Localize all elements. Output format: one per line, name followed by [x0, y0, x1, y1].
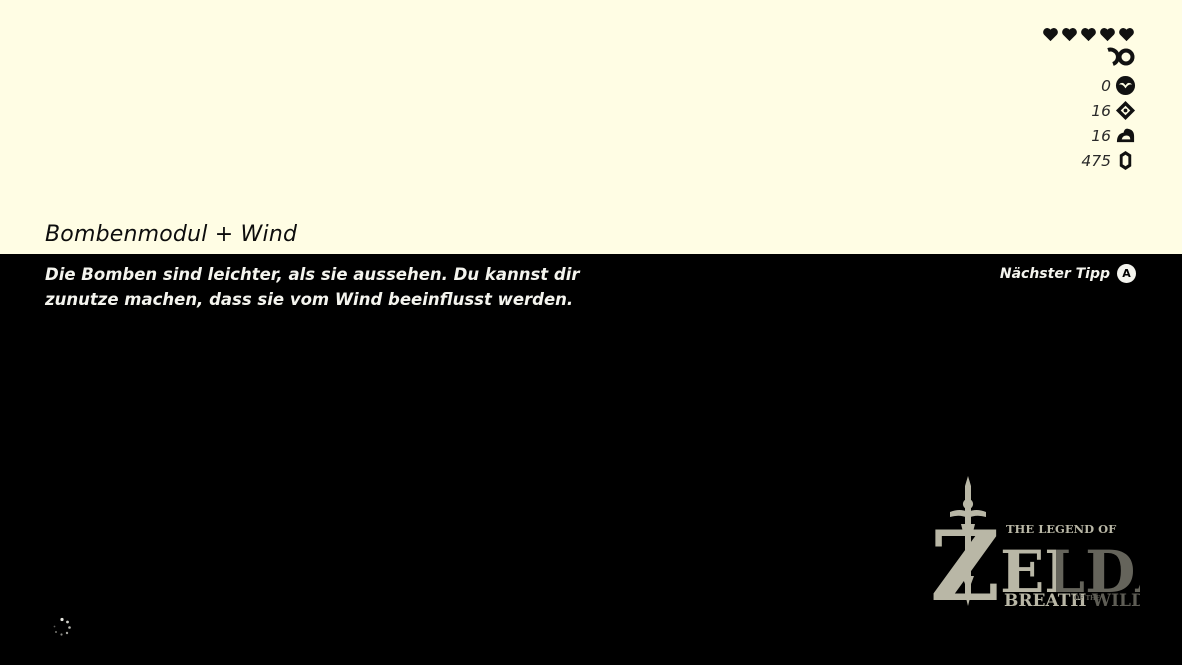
gift-of-guidance-counter: 16: [1091, 125, 1136, 146]
logo-the-legend-of: THE LEGEND OF: [1006, 522, 1117, 536]
korok-seed-count: 0: [1101, 76, 1111, 95]
spirit-orb-counter: 16: [1091, 100, 1136, 121]
spirit-orb-count: 16: [1091, 101, 1111, 120]
heart-icon: [1100, 28, 1115, 42]
rupee-icon: [1119, 150, 1132, 171]
next-tip-button[interactable]: Nächster Tipp A: [1000, 264, 1136, 283]
korok-seed-icon: [1115, 75, 1136, 96]
spirit-orb-icon: [1115, 100, 1136, 121]
gift-of-guidance-icon: [1116, 128, 1135, 143]
heart-icon: [1043, 28, 1058, 42]
tip-title: Bombenmodul + Wind: [45, 222, 298, 247]
rupee-counter: 475: [1081, 150, 1136, 171]
loading-spinner-icon: [53, 617, 71, 636]
tip-description-line: Die Bomben sind leichter, als sie ausseh…: [45, 265, 580, 284]
tip-description: Die Bomben sind leichter, als sie ausseh…: [45, 262, 605, 312]
a-button-icon: A: [1117, 264, 1136, 283]
heart-icon: [1062, 28, 1077, 42]
korok-seed-counter: 0: [1101, 75, 1136, 96]
logo-wild: WILD: [1091, 591, 1140, 611]
heart-icon: [1119, 28, 1134, 42]
gift-of-guidance-count: 16: [1091, 126, 1111, 145]
top-panel: [0, 0, 1182, 254]
zelda-breath-of-the-wild-logo: ZELDA THE LEGEND OF BREATH OF THE WILD: [930, 476, 1140, 623]
rupee-count: 475: [1081, 151, 1111, 170]
heart-icon: [1081, 28, 1096, 42]
stamina-wheel-icon: [1107, 47, 1135, 66]
tip-description-line: zunutze machen, dass sie vom Wind beeinf…: [45, 290, 574, 309]
heart-container-row: [1042, 27, 1135, 42]
next-tip-label: Nächster Tipp: [999, 265, 1110, 282]
